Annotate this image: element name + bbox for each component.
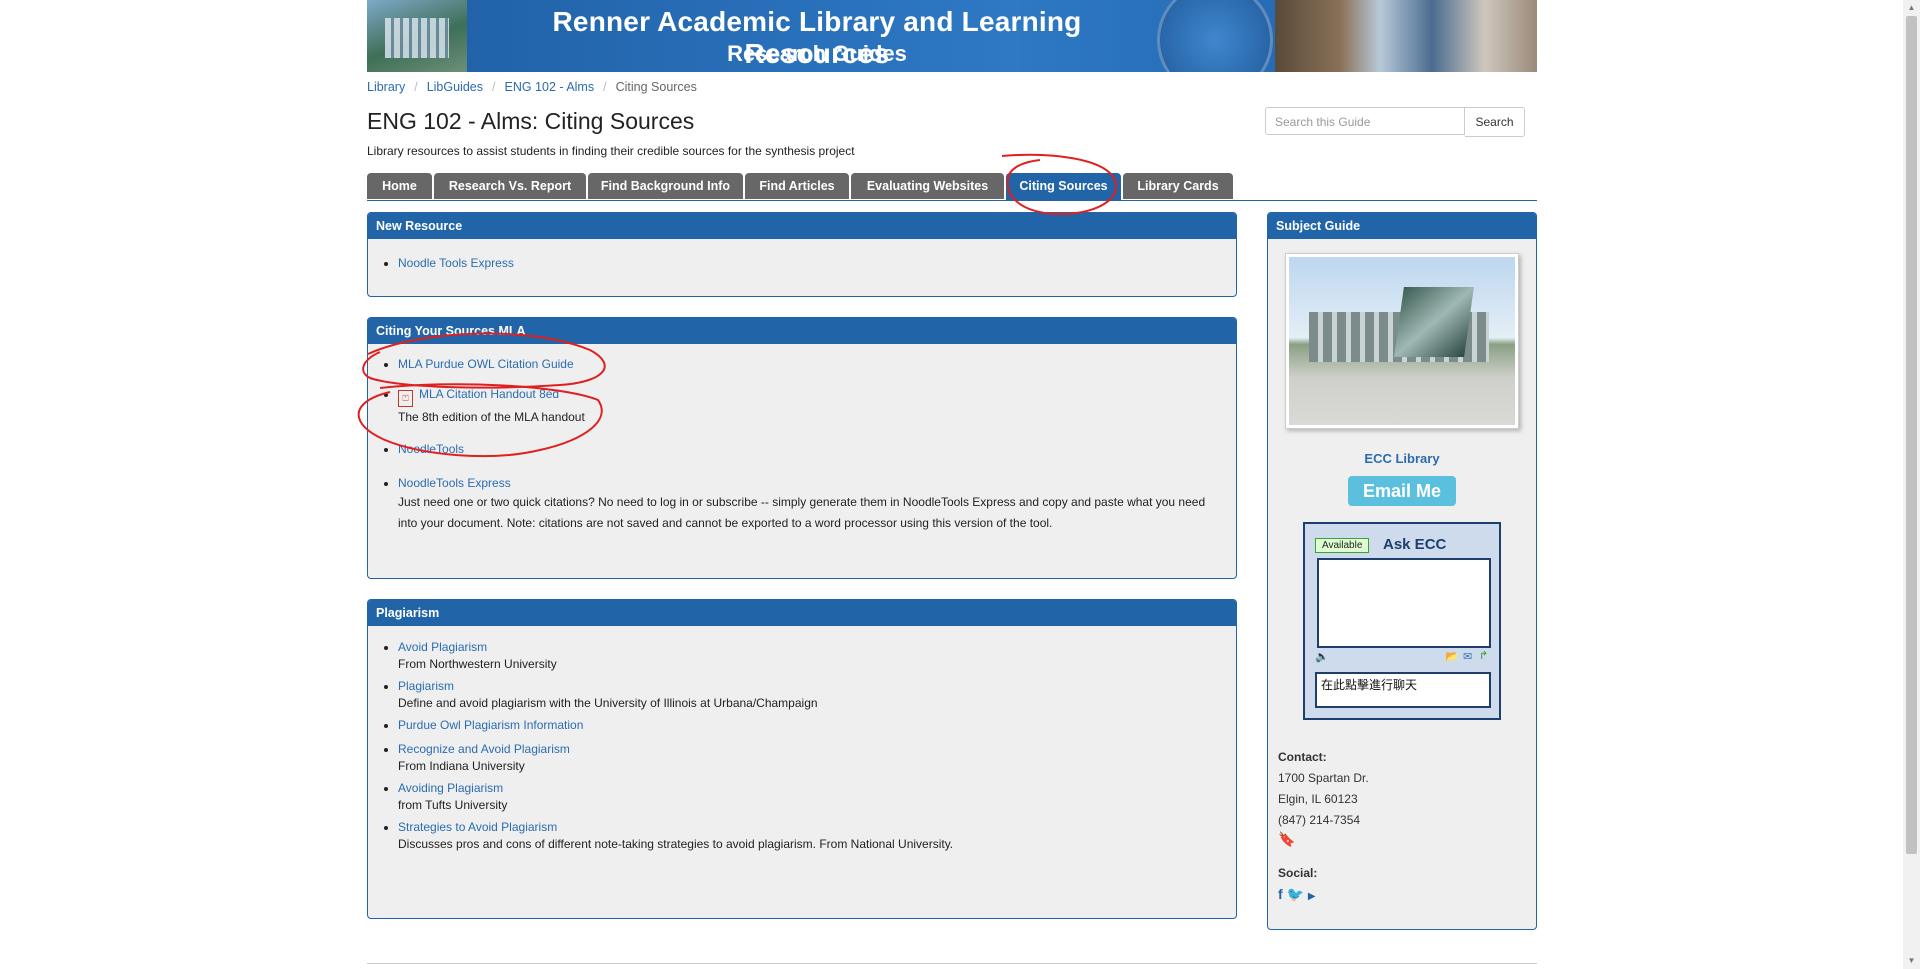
address-line: Elgin, IL 60123 [1278, 792, 1358, 806]
list-item: Plagiarism Define and avoid plagiarism wi… [398, 679, 1236, 714]
youtube-icon[interactable]: ▶ [1308, 891, 1316, 902]
popout-icon[interactable]: ↱ [1479, 649, 1488, 662]
social-links: f 🐦 ▶ [1278, 886, 1526, 903]
tab-evaluating-websites[interactable]: Evaluating Websites [851, 173, 1004, 199]
list-item: Recognize and Avoid Plagiarism From India… [398, 742, 1236, 777]
guide-tabs: Home Research Vs. Report Find Background… [367, 173, 1537, 201]
list-item: Purdue Owl Plagiarism Information [398, 718, 1236, 732]
sound-icon[interactable]: 🔈 [1315, 650, 1329, 663]
subject-guide-box: Subject Guide ECC Library Email Me Avail… [1267, 212, 1537, 930]
box-heading: New Resource [368, 213, 1236, 239]
resource-link[interactable]: NoodleTools [398, 442, 464, 456]
tab-find-articles[interactable]: Find Articles [745, 173, 849, 199]
banner-subtitle: Research Guides [727, 41, 907, 66]
email-me-button[interactable]: Email Me [1348, 476, 1456, 506]
resource-link[interactable]: Avoiding Plagiarism [398, 781, 503, 795]
page-description: Library resources to assist students in … [367, 144, 855, 158]
breadcrumb-libguides[interactable]: LibGuides [427, 80, 483, 94]
resource-link[interactable]: NoodleTools Express [398, 476, 511, 490]
phone-number: (847) 214-7354 [1278, 813, 1361, 827]
search-input[interactable]: Search this Guide [1265, 107, 1465, 135]
chat-status-badge: Available [1315, 538, 1370, 553]
resource-link[interactable]: Strategies to Avoid Plagiarism [398, 820, 557, 834]
resource-description: From Indiana University [398, 759, 525, 773]
search-button[interactable]: Search [1465, 107, 1525, 137]
contact-label: Contact: [1278, 750, 1327, 764]
resource-description: from Tufts University [398, 798, 508, 812]
breadcrumb-current: Citing Sources [615, 80, 697, 94]
citing-sources-box: Citing Your Sources MLA MLA Purdue OWL C… [367, 317, 1237, 579]
breadcrumb-separator: / [492, 80, 496, 94]
plagiarism-box: Plagiarism Avoid Plagiarism From Northwes… [367, 599, 1237, 919]
box-heading: Citing Your Sources MLA [368, 318, 1236, 344]
breadcrumb: Library / LibGuides / ENG 102 - Alms / Citing … [367, 80, 697, 94]
social-label: Social: [1278, 866, 1318, 880]
facebook-icon[interactable]: f [1278, 886, 1283, 902]
breadcrumb-guide[interactable]: ENG 102 - Alms [504, 80, 594, 94]
resource-link[interactable]: Avoid Plagiarism [398, 640, 487, 654]
mail-icon[interactable]: ✉ [1463, 650, 1472, 663]
tab-library-cards[interactable]: Library Cards [1123, 173, 1233, 199]
vertical-scrollbar[interactable]: ▲ ▼ [1903, 0, 1920, 969]
tab-find-background-info[interactable]: Find Background Info [588, 173, 743, 199]
new-resource-box: New Resource Noodle Tools Express [367, 212, 1237, 297]
resource-link[interactable]: Noodle Tools Express [398, 256, 514, 270]
footer-divider [367, 963, 1537, 964]
library-interior-photos [1275, 0, 1537, 72]
college-seal-logo [1157, 0, 1273, 72]
twitter-icon[interactable]: 🐦 [1287, 886, 1304, 902]
resource-link[interactable]: Recognize and Avoid Plagiarism [398, 742, 570, 756]
chat-toolbar: 🔈 📂 ✉ ↱ [1315, 650, 1491, 664]
breadcrumb-separator: / [603, 80, 607, 94]
list-item: ⏍ MLA Citation Handout 8ed The 8th editio… [398, 387, 1236, 428]
library-building-photo [367, 0, 467, 72]
chat-input[interactable]: 在此點擊進行聊天 [1315, 672, 1491, 708]
site-banner[interactable]: Renner Academic Library and Learning Res… [367, 0, 1537, 72]
list-item: NoodleTools [398, 442, 1236, 456]
resource-description: Discusses pros and cons of different not… [398, 837, 954, 851]
chat-title: Ask ECC [1383, 536, 1447, 553]
resource-description: From Northwestern University [398, 657, 557, 671]
folder-icon[interactable]: 📂 [1445, 650, 1459, 663]
librarian-photo [1285, 253, 1519, 429]
scrollbar-thumb[interactable] [1906, 16, 1917, 854]
breadcrumb-separator: / [414, 80, 418, 94]
resource-link[interactable]: Purdue Owl Plagiarism Information [398, 718, 583, 732]
scroll-up-icon[interactable]: ▲ [1903, 0, 1920, 16]
page-title: ENG 102 - Alms: Citing Sources [367, 108, 695, 134]
resource-description: Just need one or two quick citations? No… [398, 495, 1206, 509]
list-item: Avoiding Plagiarism from Tufts University [398, 781, 1236, 816]
resource-description: Define and avoid plagiarism with the Uni… [398, 696, 818, 710]
list-item: NoodleTools Express Just need one or two… [398, 476, 1236, 534]
bookmark-icon[interactable]: 🔖 [1278, 831, 1526, 848]
resource-link[interactable]: MLA Purdue OWL Citation Guide [398, 357, 574, 371]
box-heading: Plagiarism [368, 600, 1236, 626]
guide-search: Search this Guide Search [1265, 107, 1525, 137]
box-heading: Subject Guide [1268, 213, 1536, 239]
profile-name-link[interactable]: ECC Library [1364, 451, 1439, 466]
list-item: MLA Purdue OWL Citation Guide [398, 357, 1236, 371]
resource-description: into your document. Note: citations are … [398, 516, 1053, 530]
resource-link[interactable]: MLA Citation Handout 8ed [419, 387, 559, 401]
breadcrumb-library[interactable]: Library [367, 80, 405, 94]
list-item: Avoid Plagiarism From Northwestern Univer… [398, 640, 1236, 675]
address-line: 1700 Spartan Dr. [1278, 771, 1369, 785]
chat-message-window [1317, 558, 1491, 648]
tab-research-vs-report[interactable]: Research Vs. Report [434, 173, 586, 199]
tab-citing-sources[interactable]: Citing Sources [1006, 173, 1121, 200]
resource-link[interactable]: Plagiarism [398, 679, 454, 693]
list-item: Noodle Tools Express [398, 256, 1236, 270]
list-item: Strategies to Avoid Plagiarism Discusses … [398, 820, 1236, 855]
scroll-down-icon[interactable]: ▼ [1903, 953, 1920, 969]
resource-description: The 8th edition of the MLA handout [398, 410, 585, 424]
tab-home[interactable]: Home [367, 173, 432, 199]
chat-widget: Available Ask ECC 🔈 📂 ✉ ↱ 在此點擊進行聊天 [1303, 522, 1501, 720]
pdf-icon: ⏍ [398, 390, 413, 407]
